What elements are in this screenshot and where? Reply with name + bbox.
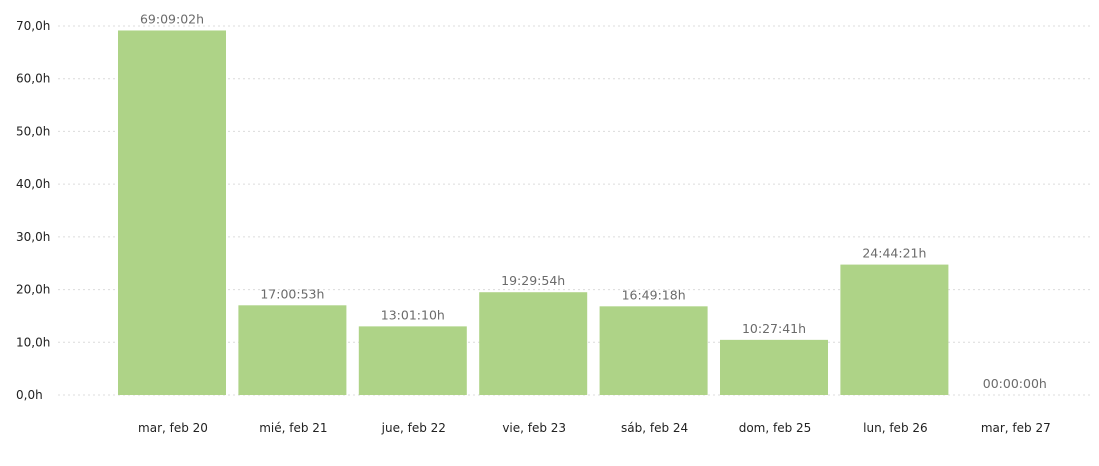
bar <box>479 292 588 395</box>
data-label: 13:01:10h <box>381 307 445 322</box>
y-tick-label: 0,0h <box>16 388 43 402</box>
x-tick-label: lun, feb 26 <box>863 421 927 435</box>
data-label: 19:29:54h <box>501 273 565 288</box>
x-tick-label: jue, feb 22 <box>381 421 446 435</box>
bar-chart: 0,0h10,0h20,0h30,0h40,0h50,0h60,0h70,0h … <box>16 11 1092 435</box>
data-label: 00:00:00h <box>983 376 1047 391</box>
data-label: 69:09:02h <box>140 11 204 26</box>
y-tick-label: 40,0h <box>16 177 50 191</box>
bar <box>599 306 708 395</box>
x-axis-ticks: mar, feb 20 mié, feb 21 jue, feb 22 vie, fe… <box>138 421 1051 435</box>
bars <box>118 30 949 396</box>
x-tick-label: sáb, feb 24 <box>621 421 688 435</box>
bar <box>720 339 828 395</box>
x-tick-label: vie, feb 23 <box>502 421 566 435</box>
x-tick-label: mié, feb 21 <box>259 421 327 435</box>
data-label: 16:49:18h <box>622 287 686 302</box>
y-tick-label: 50,0h <box>16 124 50 138</box>
x-tick-label: dom, feb 25 <box>739 421 812 435</box>
x-tick-label: mar, feb 20 <box>138 421 208 435</box>
y-axis-ticks: 0,0h 10,0h 20,0h 30,0h 40,0h 50,0h 60,0h 70,0h <box>16 19 50 402</box>
bar <box>358 326 467 395</box>
bar <box>118 30 226 396</box>
y-tick-label: 60,0h <box>16 72 50 86</box>
y-tick-label: 70,0h <box>16 19 50 33</box>
y-tick-label: 20,0h <box>16 283 50 297</box>
y-tick-label: 30,0h <box>16 230 50 244</box>
bar <box>840 264 949 395</box>
data-label: 24:44:21h <box>862 246 926 261</box>
x-tick-label: mar, feb 27 <box>981 421 1051 435</box>
y-tick-label: 10,0h <box>16 335 50 349</box>
data-label: 17:00:53h <box>260 286 324 301</box>
bar <box>238 305 347 395</box>
data-label: 10:27:41h <box>742 321 806 336</box>
